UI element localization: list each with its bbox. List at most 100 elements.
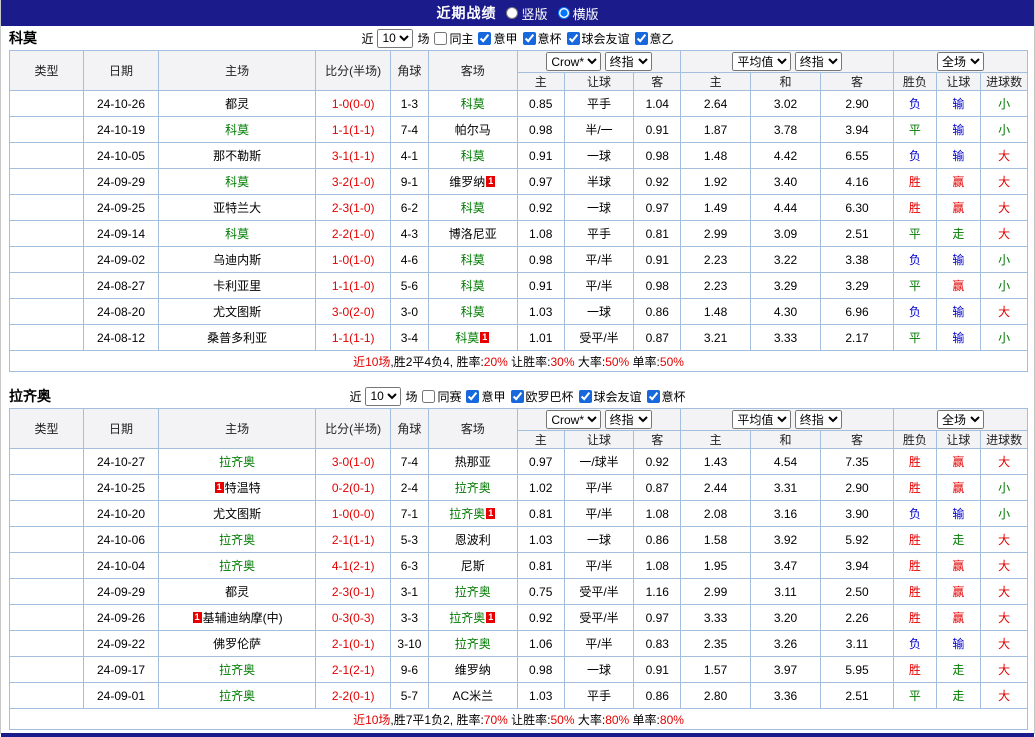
same-venue-checkbox[interactable] (434, 31, 448, 45)
col-home: 主场 (158, 50, 317, 91)
average-select[interactable]: 平均值 (732, 52, 792, 71)
team-link[interactable]: 恩波利 (455, 533, 491, 547)
col-odds-away: 客 (633, 430, 682, 449)
average-stage-select[interactable]: 终指 (794, 410, 842, 429)
team-link[interactable]: 科莫 (461, 279, 485, 293)
league-checkbox[interactable] (510, 389, 524, 403)
team-link[interactable]: 科莫 (225, 227, 249, 241)
summary-segment: 大率: (574, 712, 606, 727)
team-link[interactable]: 科莫 (461, 201, 485, 215)
team-name: 科莫 (9, 30, 37, 46)
team-link[interactable]: 拉齐奥 (219, 559, 255, 573)
fulltime-select[interactable]: 全场 (937, 410, 985, 429)
team-link[interactable]: 科莫 (461, 305, 485, 319)
team-link[interactable]: 帕尔马 (455, 123, 491, 137)
avg-away-cell: 2.90 (820, 90, 895, 117)
same-competition-checkbox[interactable] (422, 389, 436, 403)
team-link[interactable]: 拉齐奥 (455, 585, 491, 599)
league-filter[interactable]: 意杯 (646, 388, 686, 405)
recent-count-select[interactable]: 10 (377, 28, 414, 48)
layout-option-horizontal[interactable]: 横版 (557, 4, 599, 23)
team-link[interactable]: 佛罗伦萨 (213, 637, 261, 651)
odds-stage-select[interactable]: 终指 (604, 410, 652, 429)
team-link[interactable]: 乌迪内斯 (213, 253, 261, 267)
recent-count-select[interactable]: 10 (365, 386, 402, 406)
average-stage-select[interactable]: 终指 (794, 52, 842, 71)
horizontal-layout-radio[interactable] (557, 7, 570, 19)
team-link[interactable]: 科莫 (455, 331, 479, 345)
team-link[interactable]: 尼斯 (461, 559, 485, 573)
red-card-badge: 1 (214, 482, 224, 493)
team-link[interactable]: 科莫 (461, 149, 485, 163)
handicap-result-cell: 赢 (935, 552, 982, 579)
corner-cell: 9-6 (390, 656, 429, 683)
same-venue-filter[interactable]: 同主 (433, 30, 473, 47)
home-team-cell: 卡利亚里 (158, 272, 317, 299)
team-link[interactable]: 桑普多利亚 (207, 331, 267, 345)
team-link[interactable]: 拉齐奥 (219, 663, 255, 677)
team-link[interactable]: 拉齐奥 (219, 533, 255, 547)
team-link[interactable]: 尤文图斯 (213, 507, 261, 521)
team-link[interactable]: 拉齐奥 (455, 481, 491, 495)
handicap-result-cell: 输 (935, 116, 982, 143)
team-link[interactable]: AC米兰 (452, 689, 493, 703)
league-checkbox[interactable] (522, 31, 536, 45)
odds-away-cell: 0.87 (633, 324, 682, 351)
team-link[interactable]: 拉齐奥 (219, 689, 255, 703)
team-link[interactable]: 尤文图斯 (213, 305, 261, 319)
league-checkbox[interactable] (646, 389, 660, 403)
league-checkbox[interactable] (478, 31, 492, 45)
goals-result-cell: 小 (980, 90, 1028, 117)
league-checkbox[interactable] (566, 31, 580, 45)
team-link[interactable]: 拉齐奥 (455, 637, 491, 651)
layout-option-vertical[interactable]: 竖版 (506, 4, 548, 23)
league-filters: 意甲 意杯 球会友谊 意乙 (477, 30, 674, 47)
date-cell: 24-10-05 (82, 142, 160, 169)
fulltime-select[interactable]: 全场 (937, 52, 985, 71)
league-checkbox[interactable] (578, 389, 592, 403)
avg-home-cell: 1.58 (680, 526, 752, 553)
handicap-result-cell: 输 (935, 500, 982, 527)
league-checkbox[interactable] (634, 31, 648, 45)
team-link[interactable]: 亚特兰大 (213, 201, 261, 215)
team-link[interactable]: 科莫 (461, 97, 485, 111)
team-link[interactable]: 都灵 (225, 585, 249, 599)
team-link[interactable]: 拉齐奥 (449, 611, 485, 625)
team-link[interactable]: 维罗纳 (455, 663, 491, 677)
match-row: 意甲 24-09-29 科莫 3-2(1-0) 9-1 维罗纳 1 0.97 半球 0.92 1.9… (9, 168, 1028, 195)
away-team-cell: 拉齐奥 1 (427, 500, 518, 527)
league-filter[interactable]: 意甲 (465, 388, 506, 405)
league-type-cell: 意甲 (9, 168, 84, 195)
avg-home-cell: 2.64 (680, 90, 752, 117)
team-link[interactable]: 特温特 (225, 481, 261, 495)
team-link[interactable]: 科莫 (461, 253, 485, 267)
league-filter[interactable]: 欧罗巴杯 (510, 388, 574, 405)
team-link[interactable]: 科莫 (225, 175, 249, 189)
team-link[interactable]: 维罗纳 (449, 175, 485, 189)
vertical-layout-radio[interactable] (506, 7, 519, 19)
goals-result-cell: 大 (980, 194, 1028, 221)
bookmaker-select[interactable]: Crow* (546, 52, 602, 71)
team-link[interactable]: 博洛尼亚 (449, 227, 497, 241)
result-cell: 胜 (893, 526, 937, 553)
team-link[interactable]: 科莫 (225, 123, 249, 137)
team-link[interactable]: 那不勒斯 (213, 149, 261, 163)
league-filter[interactable]: 意甲 (477, 30, 518, 47)
team-link[interactable]: 热那亚 (455, 455, 491, 469)
same-competition-filter[interactable]: 同赛 (421, 388, 461, 405)
league-checkbox[interactable] (466, 389, 480, 403)
team-link[interactable]: 都灵 (225, 97, 249, 111)
corner-cell: 6-2 (390, 194, 429, 221)
league-filter[interactable]: 意乙 (634, 30, 674, 47)
average-select[interactable]: 平均值 (732, 410, 792, 429)
odds-away-cell: 0.92 (633, 448, 682, 475)
team-link[interactable]: 卡利亚里 (213, 279, 261, 293)
league-filter[interactable]: 意杯 (522, 30, 562, 47)
team-link[interactable]: 基辅迪纳摩(中) (203, 611, 283, 625)
odds-stage-select[interactable]: 终指 (604, 52, 652, 71)
league-filter[interactable]: 球会友谊 (578, 388, 642, 405)
team-link[interactable]: 拉齐奥 (219, 455, 255, 469)
bookmaker-select[interactable]: Crow* (546, 410, 602, 429)
team-link[interactable]: 拉齐奥 (449, 507, 485, 521)
league-filter[interactable]: 球会友谊 (566, 30, 630, 47)
